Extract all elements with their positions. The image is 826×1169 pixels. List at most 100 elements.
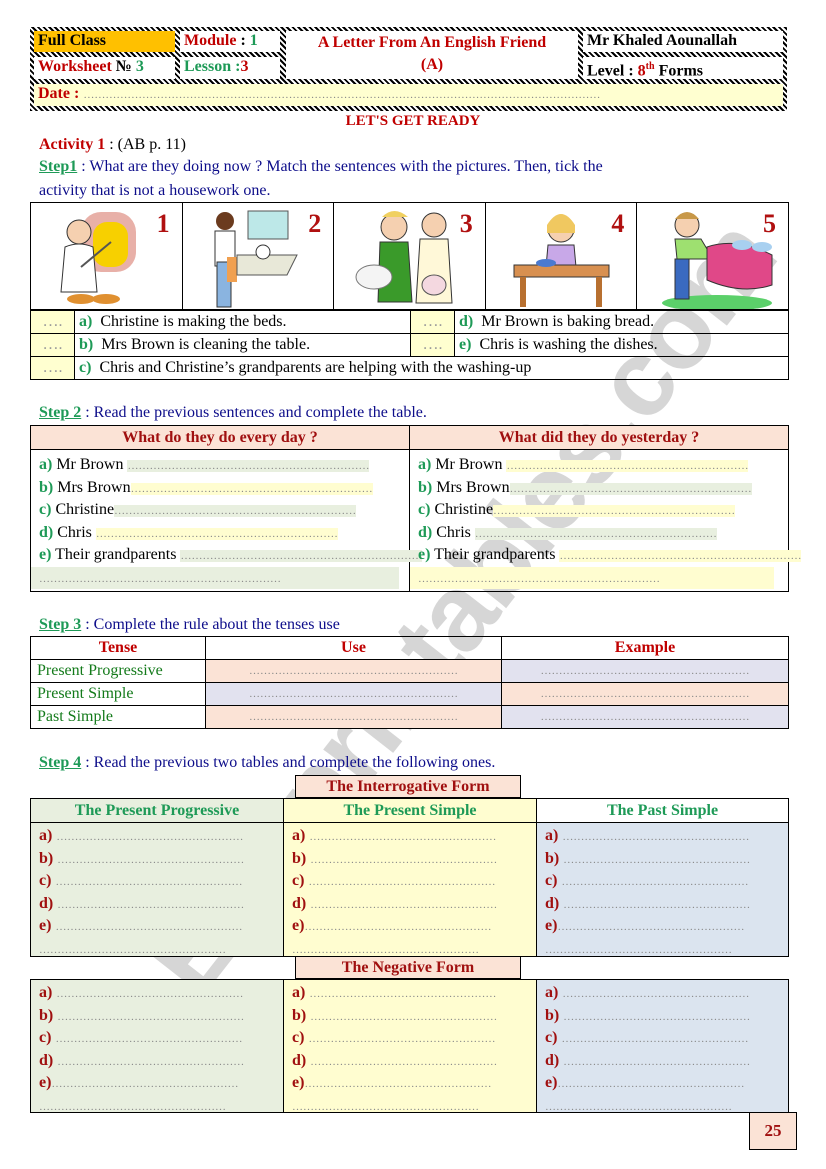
step2-instruction: Step 2 : Read the previous sentences and…	[39, 404, 427, 421]
answer-row[interactable]: d) Chris …………………………………………………………	[31, 522, 409, 545]
answer-row[interactable]: b) Mrs Brown…………………………………………………………	[410, 477, 788, 500]
answer-row[interactable]: b) ……………………………………………	[537, 1005, 788, 1028]
module-field: Module : 1	[180, 31, 280, 52]
column-header: The Past Simple	[537, 799, 788, 823]
answer-row[interactable]: d) ……………………………………………	[31, 893, 283, 916]
answer-row[interactable]: d) Chris …………………………………………………………	[410, 522, 788, 545]
picture-5: 5	[637, 203, 788, 309]
worksheet-title: A Letter From An English Friend (A)	[286, 31, 578, 79]
answer-row[interactable]: e)……………………………………………	[284, 915, 536, 938]
answer-row[interactable]: a) ……………………………………………	[537, 825, 788, 848]
answer-row[interactable]: c) ……………………………………………	[537, 870, 788, 893]
present-simple-column: a) …………………………………………… b) ……………………………………………	[284, 980, 537, 1113]
answer-row[interactable]: d) ……………………………………………	[284, 1050, 536, 1073]
answer-row[interactable]: b) ……………………………………………	[537, 848, 788, 871]
sentence-c: c) Chris and Christine’s grandparents ar…	[74, 356, 789, 380]
use-blank[interactable]: …………………………………………………	[205, 659, 502, 683]
answer-row[interactable]: e)……………………………………………	[31, 1072, 283, 1095]
answer-row[interactable]: c) ……………………………………………	[31, 870, 283, 893]
answer-row[interactable]: e)……………………………………………	[537, 1072, 788, 1095]
answer-blank[interactable]: ….	[30, 356, 75, 380]
answer-row[interactable]: e) Their grandparents …………………………………………………	[31, 544, 423, 567]
answer-row[interactable]: e)……………………………………………	[537, 915, 788, 938]
picture-1: 1	[31, 203, 183, 309]
header-tense: Tense	[30, 636, 206, 660]
answer-row-extra[interactable]: …………………………………………………………	[31, 566, 399, 589]
present-simple-column: The Present Simple a) …………………………………………… …	[284, 799, 537, 956]
answer-blank[interactable]: ….	[30, 310, 75, 334]
answer-row-extra[interactable]: …………………………………………………………	[410, 566, 774, 589]
sentence-d: d) Mr Brown is baking bread.	[454, 310, 789, 334]
column-header: The Present Progressive	[31, 799, 283, 823]
answer-row[interactable]: c) ……………………………………………	[537, 1027, 788, 1050]
sentence-b: b) Mrs Brown is cleaning the table.	[74, 333, 411, 357]
table-header-row: Tense Use Example	[30, 636, 789, 660]
picture-number: 5	[762, 209, 776, 238]
answer-blank[interactable]: ….	[30, 333, 75, 357]
answer-row[interactable]: b) ……………………………………………	[31, 1005, 283, 1028]
answer-row[interactable]: d) ……………………………………………	[284, 893, 536, 916]
answer-row[interactable]: d) ……………………………………………	[31, 1050, 283, 1073]
answer-row[interactable]: c) ……………………………………………	[284, 870, 536, 893]
answer-row-extra[interactable]: ……………………………………………	[31, 938, 283, 961]
step1-instruction-cont: activity that is not a housework one.	[39, 182, 271, 199]
answer-row[interactable]: c) ……………………………………………	[284, 1027, 536, 1050]
man-washing-dishes-icon	[214, 210, 298, 308]
page-number: 25	[749, 1112, 797, 1150]
table-row: …. c) Chris and Christine’s grandparents…	[30, 356, 789, 380]
class-label: Full Class	[34, 31, 175, 52]
answer-row-extra[interactable]: ……………………………………………	[284, 1095, 536, 1118]
past-simple-column: The Past Simple a) …………………………………………… b) …	[537, 799, 788, 956]
girl-cleaning-table-icon	[513, 214, 610, 307]
picture-number: 2	[308, 209, 322, 238]
answer-row[interactable]: e)……………………………………………	[284, 1072, 536, 1095]
column-header: What did they do yesterday ?	[410, 426, 788, 450]
teacher-name: Mr Khaled Aounallah	[583, 31, 783, 52]
answer-row[interactable]: a) ……………………………………………	[284, 825, 536, 848]
woman-making-bed-icon	[662, 212, 773, 309]
answer-row[interactable]: a) ……………………………………………	[537, 982, 788, 1005]
use-blank[interactable]: …………………………………………………	[205, 682, 502, 706]
baker-baking-bread-icon	[60, 212, 136, 304]
answer-row[interactable]: a) ……………………………………………	[284, 982, 536, 1005]
answer-row[interactable]: a) ……………………………………………	[31, 825, 283, 848]
example-blank[interactable]: …………………………………………………	[501, 659, 789, 683]
answer-row[interactable]: d) ……………………………………………	[537, 893, 788, 916]
tenses-table: Tense Use Example Present Progressive ………	[30, 636, 789, 729]
step1-instruction: Step1 : What are they doing now ? Match …	[39, 158, 603, 175]
answer-row[interactable]: e) Their grandparents …………………………………………………	[410, 544, 802, 567]
header-use: Use	[205, 636, 502, 660]
answer-row[interactable]: b) ……………………………………………	[31, 848, 283, 871]
date-field[interactable]: Date : …………………………………………………………………………………………	[34, 84, 783, 106]
answer-blank[interactable]: ….	[410, 333, 455, 357]
answer-row[interactable]: b) ……………………………………………	[284, 1005, 536, 1028]
answer-row[interactable]: b) Mrs Brown…………………………………………………………	[31, 477, 409, 500]
use-blank[interactable]: …………………………………………………	[205, 705, 502, 729]
answer-row[interactable]: b) ……………………………………………	[284, 848, 536, 871]
interrogative-form-label: The Interrogative Form	[295, 775, 521, 798]
answer-row[interactable]: c) Christine…………………………………………………………	[31, 499, 409, 522]
answer-row[interactable]: a) Mr Brown …………………………………………………………	[31, 454, 409, 477]
answer-row-extra[interactable]: ……………………………………………	[537, 938, 788, 961]
answer-row[interactable]: a) Mr Brown …………………………………………………………	[410, 454, 788, 477]
answer-row[interactable]: e) ……………………………………………	[31, 915, 283, 938]
answer-blank[interactable]: ….	[410, 310, 455, 334]
tense-name: Past Simple	[30, 705, 206, 729]
header-example: Example	[501, 636, 789, 660]
example-blank[interactable]: …………………………………………………	[501, 682, 789, 706]
answer-row[interactable]: a) ……………………………………………	[31, 982, 283, 1005]
level-field: Level : 8th Forms	[583, 57, 783, 79]
step3-instruction: Step 3 : Complete the rule about the ten…	[39, 616, 340, 633]
picture-4: 4	[486, 203, 638, 309]
step4-instruction: Step 4 : Read the previous two tables an…	[39, 754, 496, 771]
example-blank[interactable]: …………………………………………………	[501, 705, 789, 729]
answer-row[interactable]: d) ……………………………………………	[537, 1050, 788, 1073]
answer-row-extra[interactable]: ……………………………………………	[31, 1095, 283, 1118]
step2-table: What do they do every day ? a) Mr Brown …	[30, 425, 802, 592]
answer-row[interactable]: c) Christine…………………………………………………………	[410, 499, 788, 522]
picture-number: 3	[459, 209, 473, 238]
sentence-a: a) Christine is making the beds.	[74, 310, 411, 334]
lesson-field: Lesson :3	[180, 57, 280, 79]
yesterday-column: What did they do yesterday ? a) Mr Brown…	[410, 426, 802, 591]
answer-row[interactable]: c) ……………………………………………	[31, 1027, 283, 1050]
